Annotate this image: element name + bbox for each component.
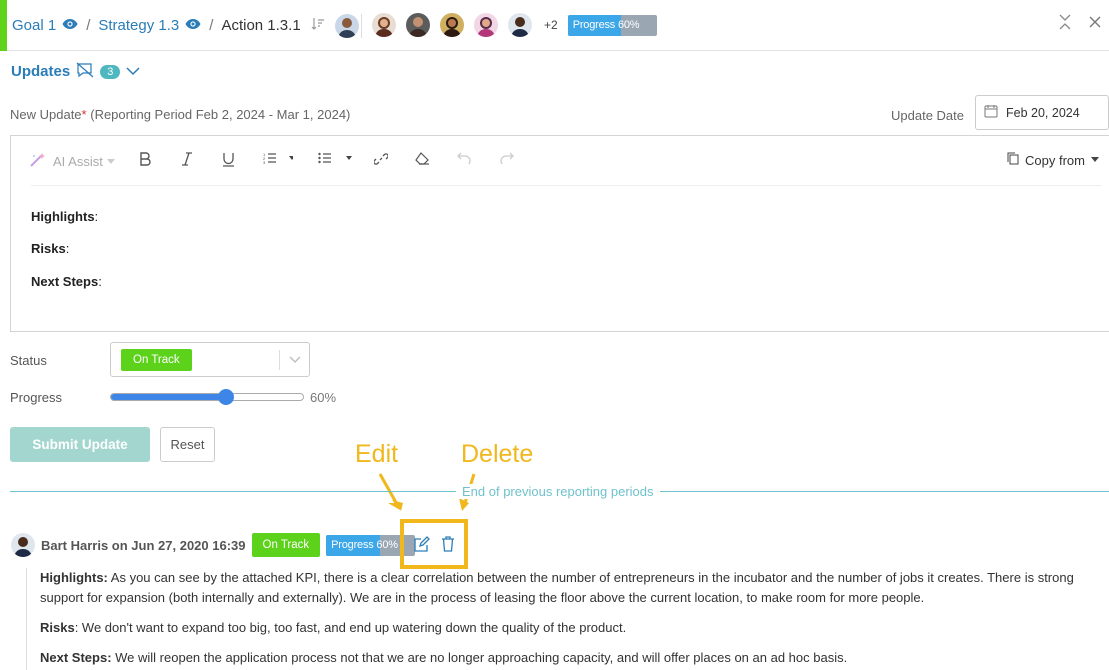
status-select[interactable]: On Track [110,342,310,377]
chevron-down-icon [289,352,301,367]
more-assignees[interactable]: +2 [544,18,558,32]
post-risks: Risks: We don't want to expand too big, … [40,620,627,635]
reset-button[interactable]: Reset [160,427,215,462]
editor-risks-line: Risks: [31,241,70,256]
redo-icon[interactable] [500,152,514,164]
collapse-icon[interactable] [1059,14,1071,33]
breadcrumb-separator: / [86,17,91,34]
chevron-down-icon[interactable] [126,64,140,79]
required-mark: * [81,107,87,122]
link-icon[interactable] [374,152,388,166]
slider-fill [111,394,227,400]
updates-title[interactable]: Updates [11,63,70,80]
bullet-list-icon[interactable] [318,152,354,164]
post-status-chip: On Track [251,533,321,557]
header-progress-bar: Progress 60% [567,14,657,36]
breadcrumb-goal[interactable]: Goal 1 [12,17,56,34]
post-author: Bart Harris on Jun 27, 2020 16:39 [41,537,246,553]
eye-icon[interactable] [62,17,78,34]
update-date-input[interactable]: Feb 20, 2024 [975,95,1109,130]
underline-icon[interactable] [222,152,235,167]
bold-icon[interactable] [139,152,151,166]
top-bar: Goal 1 / Strategy 1.3 / Action 1.3.1 +2 … [0,0,1109,51]
progress-text: Progress 60% [572,18,640,31]
progress-label: Progress [10,390,63,405]
svg-text:3: 3 [263,160,266,164]
undo-icon[interactable] [457,152,471,164]
progress-slider[interactable] [110,389,304,405]
top-actions [1059,14,1101,33]
sort-icon[interactable] [311,17,325,35]
post-header: Bart Harris on Jun 27, 2020 16:39 On Tra… [11,532,416,558]
progress-text: Progress 60% [331,538,398,551]
accent-strip [0,0,7,51]
editor-toolbar: AI Assist 123 Copy from [11,136,1109,186]
edit-delete-highlight [400,519,468,569]
magic-wand-icon [29,152,47,171]
post-next-steps: Next Steps: We will reopen the applicati… [40,650,848,665]
editor-next-steps-line: Next Steps: [31,274,102,289]
delete-annotation: Delete [461,440,534,468]
copy-from-label: Copy from [1025,152,1085,168]
breadcrumb: Goal 1 / Strategy 1.3 / Action 1.3.1 [12,0,359,51]
avatar[interactable] [508,13,532,37]
post-highlights: Highlights: As you can see by the attach… [40,570,1074,605]
calendar-icon [984,104,998,121]
avatar[interactable] [474,13,498,37]
avatar[interactable] [440,13,464,37]
comment-off-icon[interactable] [76,62,94,81]
updates-header: Updates 3 [11,62,140,81]
reporting-period: (Reporting Period Feb 2, 2024 - Mar 1, 2… [90,107,351,122]
post-body: Highlights: As you can see by the attach… [26,568,1109,670]
copy-icon [1007,152,1019,168]
avatar[interactable] [334,13,359,38]
ai-assist-button[interactable]: AI Assist [29,152,115,171]
new-update-text: New Update [10,107,82,122]
status-chip: On Track [121,349,192,371]
select-divider [279,350,280,370]
updates-count-badge: 3 [100,64,121,79]
new-update-label: New Update* (Reporting Period Feb 2, 202… [10,107,350,122]
breadcrumb-action: Action 1.3.1 [221,17,301,34]
ordered-list-icon[interactable]: 123 [263,152,293,164]
rich-text-editor[interactable]: AI Assist 123 Copy from Highlights: Risk… [10,135,1109,332]
breadcrumb-separator: / [209,17,214,34]
ai-assist-label: AI Assist [53,154,103,169]
eye-icon[interactable] [185,17,201,34]
toolbar-divider [31,185,1101,186]
divider [361,14,362,38]
italic-icon[interactable] [181,152,193,166]
update-date-value: Feb 20, 2024 [1006,105,1080,120]
avatar[interactable] [406,13,430,37]
status-label: Status [10,353,47,368]
slider-thumb[interactable] [218,389,235,405]
edit-icon[interactable] [413,536,430,556]
progress-value: 60% [310,390,337,405]
assignee-avatars: +2 Progress 60% [372,13,657,37]
update-date-label: Update Date [891,108,964,123]
submit-update-button[interactable]: Submit Update [10,427,150,462]
copy-from-dropdown[interactable]: Copy from [1007,152,1099,168]
avatar [11,533,35,557]
close-icon[interactable] [1089,16,1101,31]
breadcrumb-strategy[interactable]: Strategy 1.3 [98,17,179,34]
trash-icon[interactable] [441,536,455,555]
edit-annotation: Edit [355,440,399,468]
editor-highlights-line: Highlights: [31,209,99,224]
period-divider-text: End of previous reporting periods [456,484,660,499]
eraser-icon[interactable] [415,152,430,165]
avatar[interactable] [372,13,396,37]
